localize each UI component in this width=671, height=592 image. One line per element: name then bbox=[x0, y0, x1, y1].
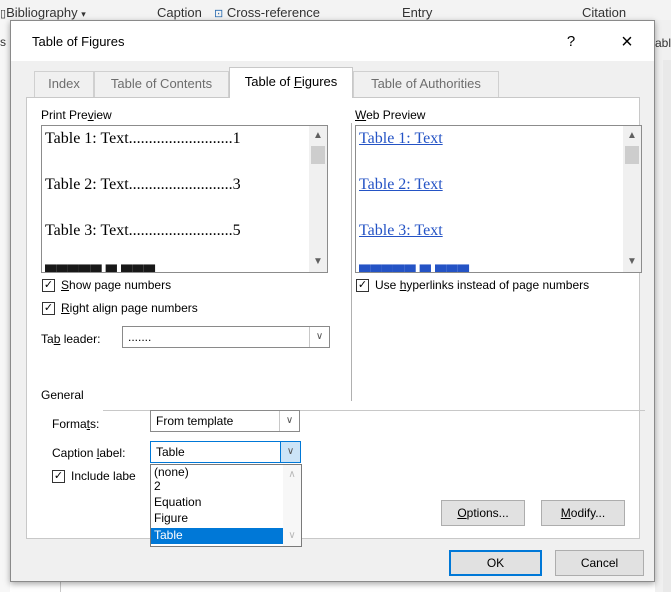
background-scroll-strip bbox=[663, 60, 671, 592]
print-preview-label: Print Preview bbox=[41, 108, 112, 122]
background-text-fragment-left: s bbox=[0, 35, 6, 49]
cross-reference-icon: ⊡ bbox=[214, 8, 224, 20]
preview-divider bbox=[351, 123, 352, 401]
caption-option-selected[interactable]: Table bbox=[151, 528, 283, 544]
tab-leader-select[interactable]: ....... ∨ bbox=[122, 326, 330, 348]
include-label-checkbox[interactable]: ✓ Include labe bbox=[52, 469, 162, 485]
dialog-title: Table of Figures bbox=[32, 34, 125, 49]
preview-page-number: 1 bbox=[232, 130, 241, 147]
web-preview-link[interactable]: Table 2: Text bbox=[359, 176, 443, 194]
help-button[interactable]: ? bbox=[556, 30, 586, 54]
web-preview-box: Table 1: Text Table 2: Text Table 3: Tex… bbox=[355, 125, 642, 273]
ok-button[interactable]: OK bbox=[449, 550, 542, 576]
preview-page-number: 5 bbox=[232, 222, 241, 239]
web-preview-scrollbar[interactable]: ▲ ▼ bbox=[623, 126, 641, 272]
close-button[interactable]: × bbox=[612, 30, 642, 54]
tab-leader-label: Tab leader: bbox=[41, 332, 101, 346]
bibliography-ribbon-button[interactable]: ▯Bibliography ▾ bbox=[0, 5, 86, 20]
caption-label-dropdown-list: (none) 2 Equation Figure Table ∧ ∨ bbox=[150, 464, 302, 547]
use-hyperlinks-label: Use hyperlinks instead of page numbers bbox=[375, 278, 590, 292]
preview-page-number: 3 bbox=[232, 176, 241, 193]
chevron-down-icon[interactable]: ∨ bbox=[279, 411, 299, 431]
table-of-figures-dialog: Table of Figures ? × Index Table of Cont… bbox=[10, 20, 655, 582]
web-preview-link[interactable]: Table 1: Text bbox=[359, 130, 443, 148]
caption-label-select[interactable]: Table ∨ bbox=[150, 441, 301, 463]
checkbox-check-icon[interactable]: ✓ bbox=[52, 470, 65, 483]
show-page-numbers-checkbox[interactable]: ✓ Show page numbers bbox=[42, 278, 242, 294]
scrollbar-thumb[interactable] bbox=[311, 146, 325, 164]
document-left-margin: s bbox=[0, 20, 10, 592]
caption-label-label: Caption label: bbox=[52, 446, 126, 460]
chevron-down-icon: ▾ bbox=[81, 9, 86, 19]
chevron-down-icon[interactable]: ∨ bbox=[280, 442, 300, 462]
scrollbar-thumb[interactable] bbox=[625, 146, 639, 164]
checkbox-check-icon[interactable]: ✓ bbox=[42, 302, 55, 315]
preview-leader: .......................... bbox=[128, 222, 233, 239]
preview-entry-text: Table 1: Text bbox=[45, 130, 129, 147]
general-section-label: General bbox=[41, 388, 84, 402]
preview-entry-text: Table 2: Text bbox=[45, 176, 129, 193]
print-preview-partial-line: ▀▀▀▀▀ ▀ ▀▀▀ bbox=[45, 266, 155, 272]
caption-option[interactable]: Figure bbox=[151, 511, 283, 527]
caption-label-value: Table bbox=[156, 445, 185, 459]
dialog-title-bar: Table of Figures ? × bbox=[11, 21, 654, 61]
show-page-numbers-label: Show page numbers bbox=[61, 278, 172, 292]
print-preview-line: Table 1: Text..........................1 bbox=[45, 130, 241, 148]
scroll-up-icon[interactable]: ▲ bbox=[623, 128, 641, 144]
tab-leader-value: ....... bbox=[128, 330, 152, 344]
right-align-page-numbers-checkbox[interactable]: ✓ Right align page numbers bbox=[42, 301, 262, 317]
scroll-down-icon[interactable]: ▼ bbox=[623, 254, 641, 270]
checkbox-check-icon[interactable]: ✓ bbox=[42, 279, 55, 292]
print-preview-line: Table 2: Text..........................3 bbox=[45, 176, 241, 194]
scroll-down-icon[interactable]: ∨ bbox=[283, 528, 301, 544]
preview-leader: .......................... bbox=[128, 130, 233, 147]
web-preview-link[interactable]: Table 3: Text bbox=[359, 222, 443, 240]
include-label-label: Include labe bbox=[71, 469, 136, 483]
mark-entry-ribbon-button[interactable]: Entry bbox=[402, 5, 432, 20]
chevron-down-icon[interactable]: ∨ bbox=[309, 327, 329, 347]
print-preview-box: Table 1: Text..........................1… bbox=[41, 125, 328, 273]
tab-table-of-authorities[interactable]: Table of Authorities bbox=[353, 71, 499, 97]
background-text-fragment-right: abl bbox=[655, 36, 671, 50]
preview-leader: .......................... bbox=[128, 176, 233, 193]
scroll-down-icon[interactable]: ▼ bbox=[309, 254, 327, 270]
caption-option[interactable]: 2 bbox=[151, 479, 283, 495]
web-preview-partial-link: ▀▀▀▀▀ ▀ ▀▀▀ bbox=[359, 266, 469, 272]
print-preview-scrollbar[interactable]: ▲ ▼ bbox=[309, 126, 327, 272]
modify-button[interactable]: Modify... bbox=[541, 500, 625, 526]
insert-caption-ribbon-button[interactable]: Caption bbox=[157, 5, 202, 20]
cross-reference-ribbon-button[interactable]: ⊡ Cross-reference bbox=[214, 5, 320, 20]
formats-select[interactable]: From template ∨ bbox=[150, 410, 300, 432]
formats-label: Formats: bbox=[52, 417, 100, 431]
mark-citation-ribbon-button[interactable]: Citation bbox=[582, 5, 626, 20]
checkbox-check-icon[interactable]: ✓ bbox=[356, 279, 369, 292]
right-align-page-numbers-label: Right align page numbers bbox=[61, 301, 198, 315]
options-button[interactable]: Options... bbox=[441, 500, 525, 526]
print-preview-line: Table 3: Text..........................5 bbox=[45, 222, 241, 240]
preview-entry-text: Table 3: Text bbox=[45, 222, 129, 239]
cancel-button[interactable]: Cancel bbox=[555, 550, 644, 576]
web-preview-label: Web Preview bbox=[355, 108, 426, 122]
formats-value: From template bbox=[156, 414, 234, 428]
use-hyperlinks-checkbox[interactable]: ✓ Use hyperlinks instead of page numbers bbox=[356, 278, 646, 294]
tab-index[interactable]: Index bbox=[34, 71, 94, 97]
scroll-up-icon[interactable]: ▲ bbox=[309, 128, 327, 144]
dropdown-scrollbar[interactable]: ∧ ∨ bbox=[283, 465, 301, 546]
caption-option[interactable]: Equation bbox=[151, 495, 283, 511]
tab-table-of-contents[interactable]: Table of Contents bbox=[94, 71, 229, 97]
tab-table-of-figures[interactable]: Table of Figures bbox=[229, 67, 353, 98]
scroll-up-icon[interactable]: ∧ bbox=[283, 467, 301, 483]
